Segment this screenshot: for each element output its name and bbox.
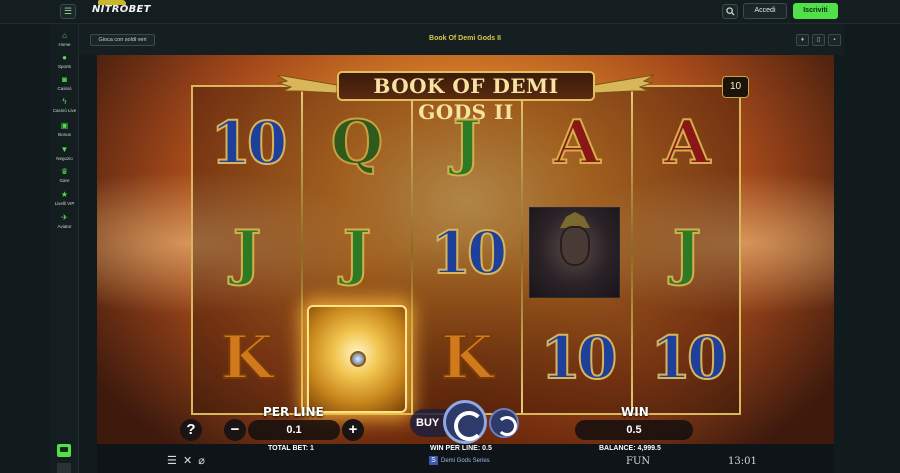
symbol-jack: J [232, 217, 262, 289]
symbol-ten: 10 [210, 108, 289, 178]
pharaoh-symbol [529, 207, 620, 298]
sidebar-item-bonus[interactable]: ▣ Bonus [50, 121, 79, 138]
autoplay-button[interactable] [489, 408, 519, 438]
trophy-icon: ♛ [60, 167, 69, 176]
per-line-label: PER LINE [263, 405, 324, 419]
sidebar-item-aviator[interactable]: ✈ Aviator [50, 213, 79, 230]
favorite-icon[interactable]: ♦ [796, 34, 809, 46]
win-per-line-text: WIN PER LINE: 0.5 [430, 445, 492, 452]
symbol-ace: A [553, 107, 602, 179]
sidebar-item-shop[interactable]: ▼ Negozio [50, 145, 79, 162]
book-gem-icon [350, 351, 366, 367]
gamepad-icon: ◙ [62, 75, 67, 84]
symbol-ace: A [663, 107, 712, 179]
sidebar-item-casino-live[interactable]: ϟ Casinò Live [50, 97, 79, 114]
balance-text: BALANCE: 4,999.5 [599, 445, 661, 452]
sidebar-item-label: Aviator [57, 224, 72, 229]
sidebar-item-label: Casinò [57, 86, 72, 91]
sidebar-item-label: Gare [59, 178, 70, 183]
game-title: Book Of Demi Gods II [429, 35, 501, 42]
sidebar-item-home[interactable]: ⌂ Home [50, 31, 79, 48]
login-button[interactable]: Accedi [743, 3, 787, 19]
sidebar-item-label: Casinò Live [52, 108, 77, 113]
sidebar-item-label: Bonus [58, 132, 71, 137]
sidebar-item-label: Home [58, 42, 71, 47]
lightning-icon: ϟ [62, 97, 67, 106]
bottom-toolbar: ☰ ✕ ⌀ [167, 455, 217, 467]
signup-button[interactable]: Iscriviti [793, 3, 838, 19]
theater-mode-icon[interactable]: ▯ [812, 34, 825, 46]
symbol-king: K [220, 322, 274, 394]
star-icon: ★ [60, 190, 69, 199]
symbol-ten: 10 [540, 323, 619, 393]
win-label: WIN [621, 405, 649, 419]
help-button[interactable]: ? [180, 419, 202, 441]
logo-car-icon [98, 0, 126, 5]
sidebar-bottom-handle[interactable] [57, 463, 71, 473]
chat-button[interactable] [57, 444, 71, 457]
clock-text: 13:01 [728, 456, 757, 467]
logo-text: NITROBET [92, 4, 151, 15]
site-logo[interactable]: NITROBET [92, 0, 151, 20]
search-icon [726, 7, 735, 16]
symbol-ten: 10 [650, 323, 729, 393]
sidebar-item-casino[interactable]: ◙ Casinò [50, 75, 79, 92]
soccer-ball-icon: ● [62, 53, 67, 62]
sidebar-item-races[interactable]: ♛ Gare [50, 167, 79, 184]
home-icon: ⌂ [62, 31, 67, 40]
search-button[interactable] [722, 4, 738, 19]
book-scatter-symbol [307, 305, 407, 413]
symbol-jack: J [672, 217, 702, 289]
symbol-ten: 10 [430, 218, 509, 288]
symbol-king: K [440, 322, 494, 394]
sidebar-item-label: Negozio [56, 156, 73, 161]
spin-button[interactable] [443, 400, 487, 444]
face-icon [560, 226, 590, 266]
series-name: Demi Gods Series [441, 458, 490, 465]
gift-icon: ▣ [60, 121, 69, 130]
sidebar: ⌂ Home ● Sports ◙ Casinò ϟ Casinò Live ▣… [50, 24, 79, 473]
play-mode-text: FUN [626, 456, 651, 467]
free-spins-badge: 10 [722, 76, 749, 98]
win-value: 0.5 [575, 420, 693, 440]
fullscreen-icon[interactable]: ▪ [828, 34, 841, 46]
top-header: ☰ NITROBET Accedi Iscriviti [0, 0, 900, 24]
buy-feature-button[interactable]: BUY [410, 409, 446, 437]
decrease-bet-button[interactable]: − [224, 419, 246, 441]
increase-bet-button[interactable]: + [342, 419, 364, 441]
sidebar-item-label: Sports [57, 64, 71, 69]
symbol-jack: J [452, 107, 482, 179]
hamburger-menu-icon[interactable]: ☰ [167, 455, 177, 467]
symbol-queen: Q [330, 107, 384, 179]
sound-off-icon[interactable]: ✕ [183, 455, 192, 467]
cart-icon: ▼ [60, 145, 69, 154]
spinomenal-logo-icon: S [429, 456, 438, 465]
plane-icon: ✈ [61, 213, 68, 222]
menu-icon[interactable]: ☰ [60, 4, 76, 19]
sidebar-item-label: Livelli VIP [54, 201, 75, 206]
sidebar-item-vip[interactable]: ★ Livelli VIP [50, 190, 79, 207]
sidebar-item-sports[interactable]: ● Sports [50, 53, 79, 70]
turbo-icon[interactable]: ⌀ [198, 455, 205, 467]
series-logo: S Demi Gods Series [429, 456, 490, 465]
play-real-money-button[interactable]: Gioca con soldi veri [90, 34, 155, 46]
per-line-value: 0.1 [248, 420, 340, 440]
total-bet-text: TOTAL BET: 1 [268, 445, 314, 452]
symbol-jack: J [342, 217, 372, 289]
